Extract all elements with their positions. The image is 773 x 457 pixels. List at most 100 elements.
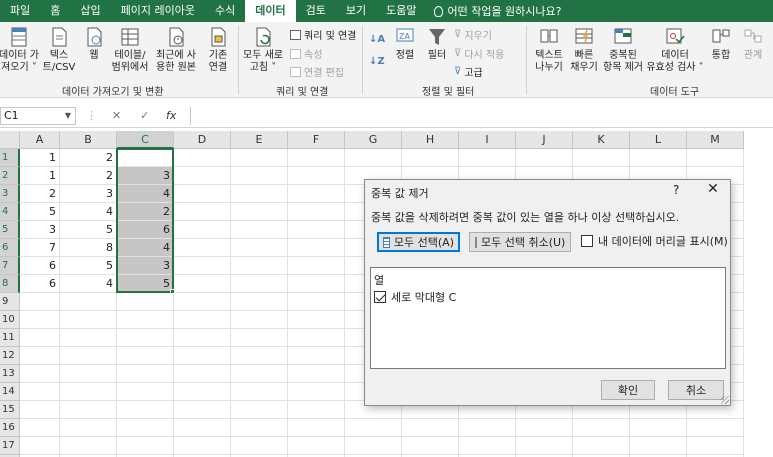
cell-l16[interactable] xyxy=(630,419,687,437)
cell-j17[interactable] xyxy=(516,437,573,455)
tab-data[interactable]: 데이터 xyxy=(245,0,296,22)
cell-b15[interactable] xyxy=(60,401,117,419)
column-header-j[interactable]: J xyxy=(516,131,573,149)
cell-i16[interactable] xyxy=(459,419,516,437)
row-header-6[interactable]: 6 xyxy=(0,239,20,257)
cell-f16[interactable] xyxy=(288,419,345,437)
cell-e11[interactable] xyxy=(231,329,288,347)
cell-a7[interactable]: 6 xyxy=(20,257,60,275)
text-csv-button[interactable]: 텍스 트/CSV xyxy=(40,26,78,74)
cell-d13[interactable] xyxy=(174,365,231,383)
row-header-5[interactable]: 5 xyxy=(0,221,20,239)
cell-a14[interactable] xyxy=(20,383,60,401)
cell-d17[interactable] xyxy=(174,437,231,455)
row-header-9[interactable]: 9 xyxy=(0,293,20,311)
cell-m17[interactable] xyxy=(687,437,744,455)
cell-c10[interactable] xyxy=(117,311,174,329)
row-header-4[interactable]: 4 xyxy=(0,203,20,221)
cell-b14[interactable] xyxy=(60,383,117,401)
cell-c1[interactable] xyxy=(117,149,174,167)
cell-k16[interactable] xyxy=(573,419,630,437)
cell-k1[interactable] xyxy=(573,149,630,167)
fill-handle[interactable] xyxy=(170,289,175,294)
cell-a17[interactable] xyxy=(20,437,60,455)
cell-f12[interactable] xyxy=(288,347,345,365)
existing-connections-button[interactable]: 기존 연결 xyxy=(202,26,234,74)
columns-listbox[interactable]: 열 세로 막대형 C xyxy=(370,267,726,369)
tell-me-search[interactable]: 어떤 작업을 원하시나요? xyxy=(426,3,562,19)
column-header-m[interactable]: M xyxy=(687,131,744,149)
cell-g17[interactable] xyxy=(345,437,402,455)
cell-c15[interactable] xyxy=(117,401,174,419)
cell-a11[interactable] xyxy=(20,329,60,347)
tab-formulas[interactable]: 수식 xyxy=(205,0,245,22)
cell-d12[interactable] xyxy=(174,347,231,365)
cancel-icon[interactable]: ✕ xyxy=(112,109,121,122)
cell-h16[interactable] xyxy=(402,419,459,437)
column-header-h[interactable]: H xyxy=(402,131,459,149)
cell-b4[interactable]: 4 xyxy=(60,203,117,221)
sort-button[interactable]: ZA 정렬 xyxy=(392,26,418,62)
cell-e12[interactable] xyxy=(231,347,288,365)
cell-d3[interactable] xyxy=(174,185,231,203)
column-header-i[interactable]: I xyxy=(459,131,516,149)
edit-links-button[interactable]: 연결 편집 xyxy=(290,64,344,79)
advanced-filter-button[interactable]: ⊽ 고급 xyxy=(454,64,483,79)
cell-d15[interactable] xyxy=(174,401,231,419)
cell-l17[interactable] xyxy=(630,437,687,455)
tab-review[interactable]: 검토 xyxy=(296,0,336,22)
cell-b12[interactable] xyxy=(60,347,117,365)
cell-d10[interactable] xyxy=(174,311,231,329)
cell-f9[interactable] xyxy=(288,293,345,311)
cell-d4[interactable] xyxy=(174,203,231,221)
web-button[interactable]: 웹 xyxy=(80,26,108,62)
cell-f2[interactable] xyxy=(288,167,345,185)
cell-b17[interactable] xyxy=(60,437,117,455)
tab-home[interactable]: 홈 xyxy=(40,0,70,22)
row-header-2[interactable]: 2 xyxy=(0,167,20,185)
cancel-button[interactable]: 취소 xyxy=(668,380,724,400)
column-checkbox[interactable] xyxy=(374,291,386,303)
cell-e3[interactable] xyxy=(231,185,288,203)
cell-b11[interactable] xyxy=(60,329,117,347)
cell-a4[interactable]: 5 xyxy=(20,203,60,221)
cell-a8[interactable]: 6 xyxy=(20,275,60,293)
cell-e13[interactable] xyxy=(231,365,288,383)
chevron-down-icon[interactable]: ▼ xyxy=(65,108,71,124)
cell-d11[interactable] xyxy=(174,329,231,347)
row-header-14[interactable]: 14 xyxy=(0,383,20,401)
row-header-13[interactable]: 13 xyxy=(0,365,20,383)
cell-a13[interactable] xyxy=(20,365,60,383)
column-header-k[interactable]: K xyxy=(573,131,630,149)
cell-a10[interactable] xyxy=(20,311,60,329)
cell-f8[interactable] xyxy=(288,275,345,293)
cell-i17[interactable] xyxy=(459,437,516,455)
cell-d14[interactable] xyxy=(174,383,231,401)
row-header-17[interactable]: 17 xyxy=(0,437,20,455)
column-header-c[interactable]: C xyxy=(117,131,174,149)
remove-duplicates-button[interactable]: 중복된 항목 제거 xyxy=(600,26,646,74)
row-header-7[interactable]: 7 xyxy=(0,257,20,275)
cell-e17[interactable] xyxy=(231,437,288,455)
cell-a12[interactable] xyxy=(20,347,60,365)
data-validation-button[interactable]: 데이터 유효성 검사 ˅ xyxy=(646,26,704,74)
cell-c11[interactable] xyxy=(117,329,174,347)
cell-a9[interactable] xyxy=(20,293,60,311)
cell-b8[interactable]: 4 xyxy=(60,275,117,293)
cell-m1[interactable] xyxy=(687,149,744,167)
properties-button[interactable]: 속성 xyxy=(290,46,322,61)
column-header-e[interactable]: E xyxy=(231,131,288,149)
cell-e4[interactable] xyxy=(231,203,288,221)
row-header-10[interactable]: 10 xyxy=(0,311,20,329)
cell-a3[interactable]: 2 xyxy=(20,185,60,203)
column-header-l[interactable]: L xyxy=(630,131,687,149)
cell-b5[interactable]: 5 xyxy=(60,221,117,239)
refresh-all-button[interactable]: 모두 새로 고침 ˅ xyxy=(240,26,286,74)
cell-b13[interactable] xyxy=(60,365,117,383)
column-header-b[interactable]: B xyxy=(60,131,117,149)
cell-h17[interactable] xyxy=(402,437,459,455)
sort-za-button[interactable]: ↓Z xyxy=(369,56,385,67)
cell-d1[interactable] xyxy=(174,149,231,167)
cell-a5[interactable]: 3 xyxy=(20,221,60,239)
row-header-15[interactable]: 15 xyxy=(0,401,20,419)
